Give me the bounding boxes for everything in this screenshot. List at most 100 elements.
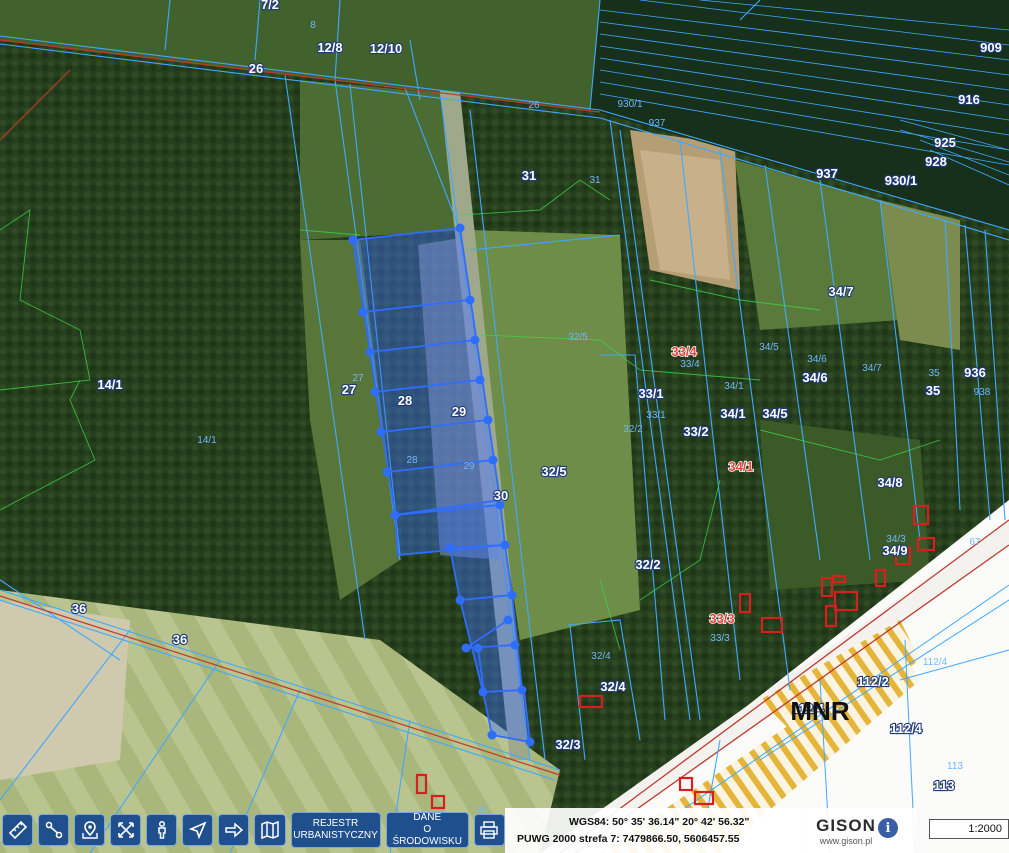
parcel-34-9: 34/9 — [882, 543, 907, 558]
expand-arrows-icon — [117, 821, 134, 838]
map-pin-icon — [81, 820, 98, 839]
parcel-36-a: 36 — [72, 601, 86, 616]
network-icon — [45, 821, 62, 838]
map-canvas[interactable]: 12/8 12/10 26 31 14/1 27 28 29 30 32/5 3… — [0, 0, 1009, 853]
parcel-112-4: 112/4 — [890, 721, 923, 736]
small-label-29: 29 — [463, 461, 475, 472]
wgs84-coordinates: WGS84: 50° 35' 36.14" 20° 42' 56.32" — [569, 816, 750, 828]
parcel-33-1: 33/1 — [638, 386, 663, 401]
parcel-12-8: 12/8 — [317, 40, 342, 55]
small-label-34-5: 34/5 — [759, 342, 779, 353]
person-icon — [158, 820, 166, 839]
coordinates-readout: WGS84: 50° 35' 36.14" 20° 42' 56.32" PUW… — [505, 808, 805, 853]
ruler-icon — [8, 820, 27, 839]
small-label-35: 35 — [928, 368, 940, 379]
parcel-34-8: 34/8 — [877, 475, 902, 490]
parcel-925: 925 — [934, 135, 956, 150]
small-label-113: 113 — [947, 761, 963, 772]
navigation-arrow-icon — [188, 820, 207, 839]
parcel-34-1: 34/1 — [720, 406, 745, 421]
parcel-34-5: 34/5 — [762, 406, 787, 421]
extent-button[interactable] — [110, 813, 142, 846]
person-button[interactable] — [146, 813, 178, 846]
small-label-28: 28 — [406, 455, 418, 466]
parcel-33-2: 33/2 — [683, 424, 708, 439]
scale-selector[interactable]: 1:2000 — [929, 819, 1009, 839]
parcel-928: 928 — [925, 154, 947, 169]
parcel-909: 909 — [980, 40, 1002, 55]
parcel-30: 30 — [494, 488, 508, 503]
small-label-937: 937 — [649, 118, 666, 129]
network-button[interactable] — [38, 813, 70, 846]
parcel-red-33-3: 33/3 — [709, 611, 734, 626]
parcel-36-b: 36 — [173, 632, 187, 647]
printer-icon — [480, 820, 499, 839]
small-label-930-1: 930/1 — [617, 99, 642, 110]
urban-register-button[interactable]: REJESTR URBANISTYCZNY — [290, 811, 381, 848]
small-label-112-4: 112/4 — [923, 657, 948, 668]
parcel-35: 35 — [926, 383, 940, 398]
small-label-31: 31 — [589, 175, 601, 186]
info-icon[interactable]: i — [878, 818, 898, 838]
small-label-33-4: 33/4 — [680, 359, 700, 370]
small-label-34-6: 34/6 — [807, 354, 827, 365]
zone-label: MNR — [790, 696, 849, 726]
measure-button[interactable] — [2, 813, 34, 846]
puwg-coordinates: PUWG 2000 strefa 7: 7479866.50, 5606457.… — [517, 833, 740, 845]
parcel-112-2: 112/2 — [857, 674, 889, 689]
parcel-red-34-1: 34/1 — [728, 459, 753, 474]
parcel-916: 916 — [958, 92, 980, 107]
urban-register-line2: URBANISTYCZNY — [293, 829, 378, 841]
small-label-34-1: 34/1 — [724, 381, 744, 392]
urban-register-line1: REJESTR — [312, 817, 359, 829]
parcel-26: 26 — [249, 61, 263, 76]
parcel-32-2: 32/2 — [635, 557, 660, 572]
parcel-32-5: 32/5 — [541, 464, 566, 479]
layers-button[interactable] — [254, 813, 286, 846]
small-label-32-4: 32/4 — [591, 651, 611, 662]
parcel-29: 29 — [452, 404, 466, 419]
parcel-32-4: 32/4 — [600, 679, 626, 694]
map-folded-icon — [261, 820, 279, 839]
small-label-33-1: 33/1 — [646, 410, 666, 421]
small-label-33-3: 33/3 — [710, 633, 730, 644]
small-label-34-7: 34/7 — [862, 363, 882, 374]
parcel-34-6: 34/6 — [802, 370, 827, 385]
parcel-12-10: 12/10 — [370, 41, 403, 56]
parcel-32-3: 32/3 — [555, 737, 580, 752]
brand-url: www.gison.pl — [819, 836, 873, 846]
parcel-14-1: 14/1 — [97, 377, 122, 392]
directions-button[interactable] — [218, 813, 250, 846]
environment-data-line1: DANE — [413, 811, 442, 823]
parcel-red-33-4: 33/4 — [671, 344, 697, 359]
environment-data-button[interactable]: DANE O ŚRODOWISKU — [385, 811, 469, 848]
parcel-28: 28 — [398, 393, 412, 408]
parcel-937: 937 — [816, 166, 838, 181]
gison-logo[interactable]: GISON www.gison.pl — [806, 808, 916, 853]
brand-name: GISON — [816, 816, 876, 835]
parcel-31: 31 — [522, 168, 536, 183]
urban-register-label: REJESTR URBANISTYCZNY — [293, 818, 377, 842]
parcel-27: 27 — [342, 382, 356, 397]
parcel-113: 113 — [934, 778, 955, 793]
navigate-button[interactable] — [182, 813, 214, 846]
parcel-930-1: 930/1 — [885, 173, 918, 188]
small-label-32-5: 32/5 — [568, 332, 588, 343]
parcel-7-2: 7/2 — [261, 0, 279, 12]
small-label-938: 938 — [974, 387, 991, 398]
small-label-34-3: 34/3 — [886, 534, 906, 545]
environment-data-label: DANE O ŚRODOWISKU — [393, 812, 462, 848]
parcel-936: 936 — [964, 365, 986, 380]
parcel-34-7: 34/7 — [828, 284, 853, 299]
small-label-27: 27 — [352, 373, 364, 384]
directions-icon — [225, 821, 244, 838]
print-button[interactable] — [473, 813, 506, 846]
small-label-26: 26 — [528, 100, 540, 111]
map-toolbar: REJESTR URBANISTYCZNY DANE O ŚRODOWISKU — [0, 806, 506, 853]
small-label-8: 8 — [310, 20, 316, 31]
small-label-14-1: 14/1 — [197, 435, 217, 446]
small-label-32-2: 32/2 — [623, 424, 643, 435]
environment-data-line2: O ŚRODOWISKU — [392, 823, 462, 847]
small-label-67: 67 — [969, 537, 981, 548]
location-button[interactable] — [74, 813, 106, 846]
